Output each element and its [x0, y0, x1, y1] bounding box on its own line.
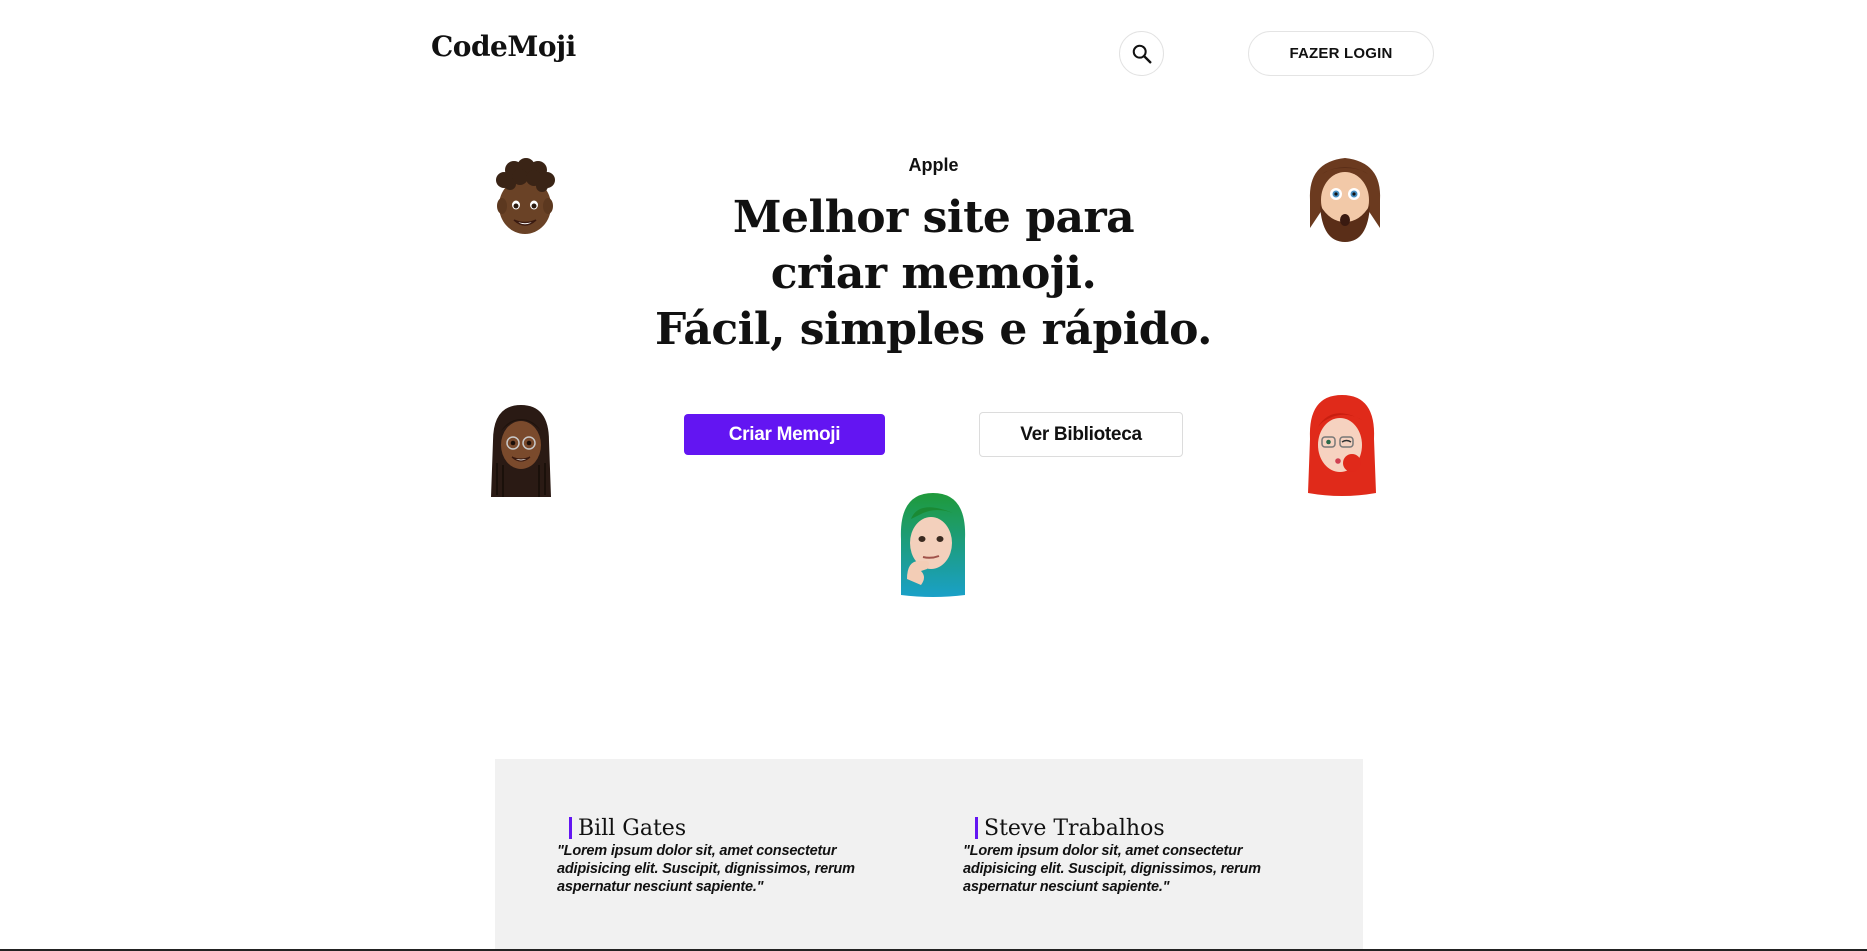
- memoji-red-hair-woman: [1308, 395, 1376, 496]
- login-button[interactable]: FAZER LOGIN: [1248, 31, 1434, 76]
- search-icon: [1132, 44, 1151, 63]
- testimonial-card: Steve Trabalhos "Lorem ipsum dolor sit, …: [963, 814, 1303, 896]
- accent-bar: [975, 817, 978, 839]
- memoji-bearded-man: [1309, 158, 1381, 242]
- author-name: Steve Trabalhos: [984, 815, 1165, 841]
- view-library-button[interactable]: Ver Biblioteca: [979, 412, 1183, 457]
- testimonial-author: Bill Gates: [569, 814, 897, 842]
- testimonial-card: Bill Gates "Lorem ipsum dolor sit, amet …: [557, 814, 897, 896]
- create-memoji-button[interactable]: Criar Memoji: [684, 414, 885, 455]
- testimonial-quote: "Lorem ipsum dolor sit, amet consectetur…: [963, 843, 1261, 895]
- headline-line: criar memoji.: [770, 248, 1097, 299]
- headline-line: Melhor site para: [732, 192, 1135, 243]
- memoji-green-hair-thinking: [900, 493, 966, 597]
- headline-line: Fácil, simples e rápido.: [655, 304, 1212, 355]
- author-name: Bill Gates: [578, 815, 687, 841]
- brand-logo[interactable]: CodeMoji: [431, 30, 576, 63]
- hero-headline: Melhor site para criar memoji. Fácil, si…: [0, 190, 1867, 358]
- accent-bar: [569, 817, 572, 839]
- search-button[interactable]: [1119, 31, 1164, 76]
- hero-eyebrow: Apple: [908, 155, 959, 175]
- testimonial-quote: "Lorem ipsum dolor sit, amet consectetur…: [557, 843, 855, 895]
- page: CodeMoji FAZER LOGIN Apple Melhor site p…: [0, 0, 1867, 951]
- memoji-braids-woman: [491, 405, 551, 497]
- memoji-curly-hair-boy: [496, 158, 555, 234]
- testimonials-section: Bill Gates "Lorem ipsum dolor sit, amet …: [495, 759, 1363, 951]
- testimonial-author: Steve Trabalhos: [975, 814, 1303, 842]
